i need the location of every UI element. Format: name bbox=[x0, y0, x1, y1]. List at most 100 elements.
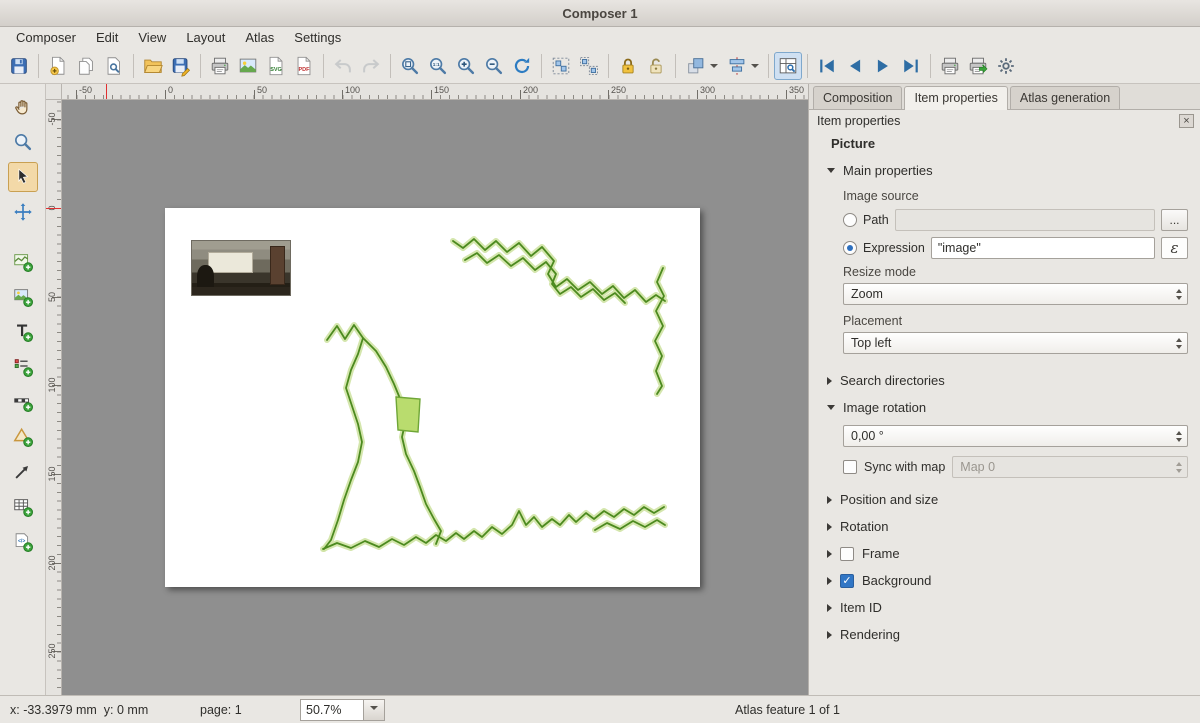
expression-radio-label: Expression bbox=[863, 241, 925, 255]
previous-feature-button[interactable] bbox=[841, 52, 869, 80]
export-as-svg-button[interactable]: SVG bbox=[262, 52, 290, 80]
align-items-button[interactable] bbox=[722, 52, 763, 80]
resize-mode-combo[interactable]: Zoom bbox=[843, 283, 1188, 305]
title-bar: Composer 1 bbox=[0, 0, 1200, 27]
lock-selected-items-button[interactable] bbox=[614, 52, 642, 80]
section-rotation[interactable]: Rotation bbox=[821, 513, 1190, 540]
move-item-content-button[interactable] bbox=[8, 197, 38, 227]
placement-combo[interactable]: Top left bbox=[843, 332, 1188, 354]
expression-builder-button[interactable]: ε bbox=[1161, 237, 1188, 259]
section-image-rotation[interactable]: Image rotation bbox=[821, 394, 1190, 421]
rotation-spinbox[interactable]: 0,00 ° bbox=[843, 425, 1188, 447]
add-shape-icon bbox=[12, 426, 34, 448]
zoom-composer-button[interactable] bbox=[8, 127, 38, 157]
raise-icon bbox=[685, 55, 707, 77]
browse-button[interactable]: ... bbox=[1161, 209, 1188, 231]
print-atlas-button[interactable] bbox=[936, 52, 964, 80]
menu-view[interactable]: View bbox=[128, 28, 176, 47]
raise-selected-items-button[interactable] bbox=[681, 52, 722, 80]
pan-composer-button[interactable] bbox=[8, 92, 38, 122]
atlas-settings-button[interactable] bbox=[992, 52, 1020, 80]
close-dock-button[interactable]: × bbox=[1179, 114, 1194, 128]
menu-edit[interactable]: Edit bbox=[86, 28, 128, 47]
background-checkbox[interactable]: ✓ bbox=[840, 574, 854, 588]
page-svg-icon: SVG bbox=[265, 55, 287, 77]
undo-button[interactable] bbox=[329, 52, 357, 80]
section-background[interactable]: ✓Background bbox=[821, 567, 1190, 594]
collapse-arrow-icon bbox=[827, 168, 835, 173]
section-rendering[interactable]: Rendering bbox=[821, 621, 1190, 648]
svg-text:1:1: 1:1 bbox=[433, 62, 440, 68]
composer-manager-button[interactable] bbox=[100, 52, 128, 80]
map-select-combo[interactable]: Map 0 bbox=[952, 456, 1188, 478]
expression-input[interactable]: "image" bbox=[931, 237, 1155, 259]
add-new-label-button[interactable] bbox=[8, 317, 38, 347]
printer-icon bbox=[209, 55, 231, 77]
export-as-pdf-button[interactable]: PDF bbox=[290, 52, 318, 80]
unlock-all-items-button[interactable] bbox=[642, 52, 670, 80]
picture-item[interactable] bbox=[191, 240, 291, 296]
tab-composition[interactable]: Composition bbox=[813, 86, 902, 109]
menu-atlas[interactable]: Atlas bbox=[235, 28, 284, 47]
duplicate-composition-button[interactable] bbox=[72, 52, 100, 80]
menu-layout[interactable]: Layout bbox=[176, 28, 235, 47]
save-as-template-button[interactable] bbox=[167, 52, 195, 80]
sync-with-map-checkbox[interactable] bbox=[843, 460, 857, 474]
status-bar: x: -33.3979 mm y: 0 mm page: 1 50.7% Atl… bbox=[0, 695, 1200, 723]
zoom-actual-size-button[interactable]: 1:1 bbox=[424, 52, 452, 80]
export-atlas-button[interactable] bbox=[964, 52, 992, 80]
add-new-legend-button[interactable] bbox=[8, 352, 38, 382]
canvas-viewport[interactable] bbox=[62, 100, 808, 695]
redo-button[interactable] bbox=[357, 52, 385, 80]
composition-page[interactable] bbox=[165, 208, 700, 587]
atlas-preview-icon bbox=[777, 55, 799, 77]
menu-bar: ComposerEditViewLayoutAtlasSettings bbox=[0, 27, 1200, 48]
menu-settings[interactable]: Settings bbox=[284, 28, 351, 47]
path-input[interactable] bbox=[895, 209, 1155, 231]
tab-item-properties[interactable]: Item properties bbox=[904, 86, 1007, 110]
refresh-view-button[interactable] bbox=[508, 52, 536, 80]
section-search-directories[interactable]: Search directories bbox=[821, 367, 1190, 394]
ungroup-items-button[interactable] bbox=[575, 52, 603, 80]
select-move-item-button[interactable] bbox=[8, 162, 38, 192]
first-feature-button[interactable] bbox=[813, 52, 841, 80]
print-composition-button[interactable] bbox=[206, 52, 234, 80]
zoom-level-combo[interactable]: 50.7% bbox=[300, 699, 385, 721]
export-as-image-button[interactable] bbox=[234, 52, 262, 80]
path-radio[interactable] bbox=[843, 213, 857, 227]
page-indicator: page: 1 bbox=[200, 703, 242, 717]
path-radio-label: Path bbox=[863, 213, 889, 227]
add-basic-shape-button[interactable] bbox=[8, 422, 38, 452]
sync-with-map-label: Sync with map bbox=[864, 460, 945, 474]
zoom-in-button[interactable] bbox=[452, 52, 480, 80]
preview-atlas-button[interactable] bbox=[774, 52, 802, 80]
add-arrow-button[interactable] bbox=[8, 457, 38, 487]
zoom-full-button[interactable] bbox=[396, 52, 424, 80]
spinner-arrows-icon bbox=[1176, 284, 1182, 304]
save-as-icon bbox=[170, 55, 192, 77]
last-feature-button[interactable] bbox=[897, 52, 925, 80]
add-image-button[interactable] bbox=[8, 282, 38, 312]
section-main-properties[interactable]: Main properties bbox=[821, 157, 1190, 184]
frame-checkbox[interactable] bbox=[840, 547, 854, 561]
section-position-and-size[interactable]: Position and size bbox=[821, 486, 1190, 513]
group-items-button[interactable] bbox=[547, 52, 575, 80]
composer-canvas[interactable]: -50050100150200250300350 -50050100150200… bbox=[46, 84, 808, 695]
zoom-level-input[interactable]: 50.7% bbox=[300, 699, 364, 721]
next-feature-button[interactable] bbox=[869, 52, 897, 80]
tab-atlas-generation[interactable]: Atlas generation bbox=[1010, 86, 1120, 109]
expression-radio[interactable] bbox=[843, 241, 857, 255]
load-from-template-button[interactable] bbox=[139, 52, 167, 80]
zoom-out-button[interactable] bbox=[480, 52, 508, 80]
save-project-button[interactable] bbox=[5, 52, 33, 80]
add-new-map-button[interactable] bbox=[8, 247, 38, 277]
add-label-icon bbox=[12, 321, 34, 343]
section-frame[interactable]: Frame bbox=[821, 540, 1190, 567]
add-attribute-table-button[interactable] bbox=[8, 492, 38, 522]
add-new-scalebar-button[interactable] bbox=[8, 387, 38, 417]
add-html-frame-button[interactable]: </> bbox=[8, 527, 38, 557]
menu-composer[interactable]: Composer bbox=[6, 28, 86, 47]
section-item-id[interactable]: Item ID bbox=[821, 594, 1190, 621]
new-composition-button[interactable] bbox=[44, 52, 72, 80]
zoom-dropdown-button[interactable] bbox=[364, 699, 385, 721]
